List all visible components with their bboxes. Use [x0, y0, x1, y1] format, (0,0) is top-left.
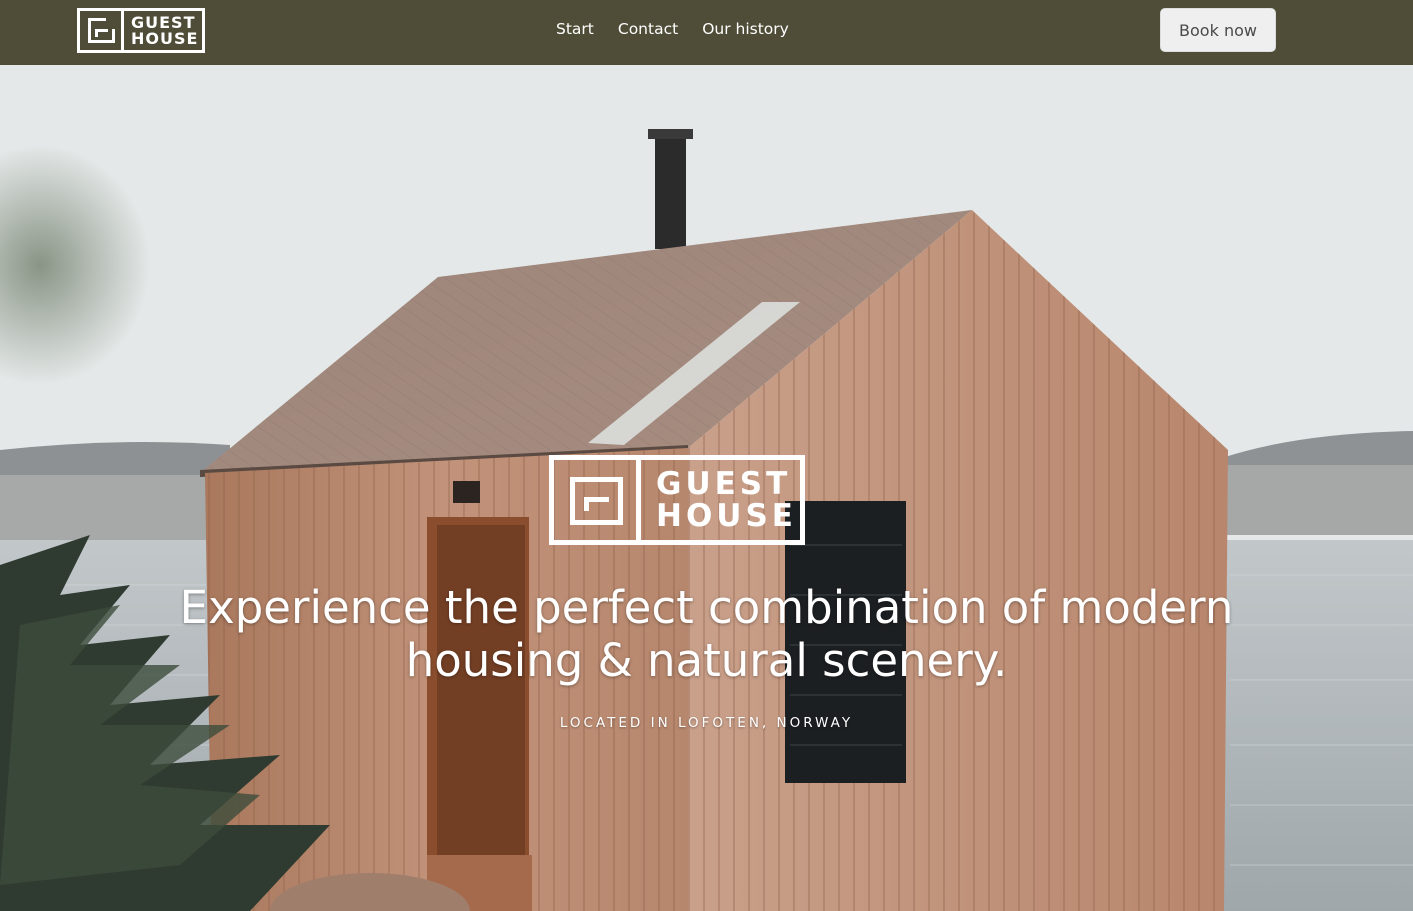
hero-logo-g-mark-icon [554, 460, 641, 540]
hero-tagline: LOCATED IN LOFOTEN, NORWAY [559, 715, 854, 731]
hero-logo-text-line1: GUEST [656, 466, 792, 502]
book-now-button[interactable]: Book now [1160, 8, 1276, 52]
hero-headline-line2: housing & natural scenery. [405, 634, 1008, 687]
hero-logo: GUEST HOUSE [549, 455, 805, 545]
nav-link-contact[interactable]: Contact [618, 19, 678, 39]
site-logo[interactable]: GUEST HOUSE [77, 8, 205, 53]
site-header: GUEST HOUSE Start Contact Our history Bo… [0, 0, 1413, 65]
hero-headline-line1: Experience the perfect combination of mo… [179, 581, 1234, 634]
hero-logo-text-line2: HOUSE [656, 498, 797, 534]
main-nav: Start Contact Our history [556, 19, 813, 39]
nav-link-our-history[interactable]: Our history [702, 19, 789, 39]
logo-text-line2: HOUSE [131, 29, 199, 48]
nav-link-start[interactable]: Start [556, 19, 594, 39]
hero-section: GUEST HOUSE Experience the perfect combi… [0, 65, 1413, 911]
logo-g-mark-icon [80, 11, 124, 50]
hero-headline: Experience the perfect combination of mo… [60, 581, 1353, 687]
